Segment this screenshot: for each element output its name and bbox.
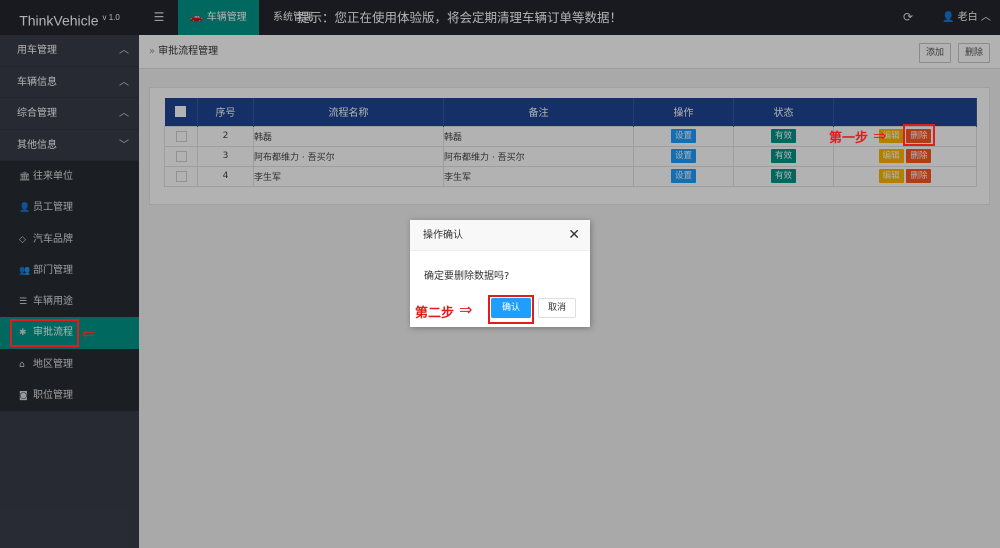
annotation-highlight-delete [903,124,935,146]
close-icon[interactable]: ✕ [568,220,580,251]
cancel-button[interactable]: 取消 [538,298,576,318]
dialog-message: 确定要删除数据吗? [424,271,510,282]
annotation-step1-label: 第一步 [829,131,869,146]
annotation-highlight-sidebar [10,319,79,347]
annotation-arrow-right-icon: ⇒ [873,126,887,145]
annotation-arrow-right-icon: ⇒ [459,300,473,319]
annotation-highlight-confirm [488,295,534,324]
annotation-step2-label: 第二步 [415,306,455,321]
dialog-title: 操作确认 [423,230,463,241]
annotation-arrow-left-icon: ⇐ [82,324,96,343]
dialog-header: 操作确认 ✕ [410,220,590,251]
